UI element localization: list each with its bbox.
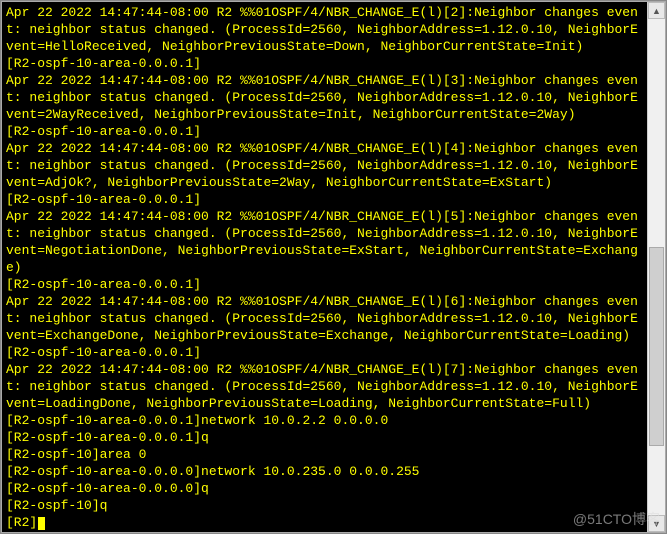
- scroll-track[interactable]: [648, 19, 665, 515]
- terminal-line: [R2-ospf-10]q: [6, 497, 643, 514]
- terminal-line: Apr 22 2022 14:47:44-08:00 R2 %%01OSPF/4…: [6, 140, 643, 191]
- terminal-line: [R2-ospf-10-area-0.0.0.1]network 10.0.2.…: [6, 412, 643, 429]
- terminal-wrap: Apr 22 2022 14:47:44-08:00 R2 %%01OSPF/4…: [1, 1, 666, 533]
- terminal-line: [R2]: [6, 514, 643, 531]
- vertical-scrollbar[interactable]: ▲ ▼: [647, 2, 665, 532]
- terminal-line: [R2-ospf-10-area-0.0.0.1]: [6, 191, 643, 208]
- terminal-line: [R2-ospf-10-area-0.0.0.1]q: [6, 429, 643, 446]
- terminal-line: Apr 22 2022 14:47:44-08:00 R2 %%01OSPF/4…: [6, 208, 643, 276]
- terminal-line: Apr 22 2022 14:47:44-08:00 R2 %%01OSPF/4…: [6, 72, 643, 123]
- terminal-line: [R2-ospf-10-area-0.0.0.1]: [6, 55, 643, 72]
- cursor: [38, 517, 45, 530]
- terminal-line: [R2-ospf-10-area-0.0.0.1]: [6, 344, 643, 361]
- terminal-line: [R2-ospf-10-area-0.0.0.0]network 10.0.23…: [6, 463, 643, 480]
- terminal-window: Apr 22 2022 14:47:44-08:00 R2 %%01OSPF/4…: [0, 0, 667, 534]
- scroll-thumb[interactable]: [649, 247, 664, 445]
- terminal-line: [R2-ospf-10-area-0.0.0.1]: [6, 276, 643, 293]
- scroll-up-button[interactable]: ▲: [648, 2, 665, 19]
- scroll-down-button[interactable]: ▼: [648, 515, 665, 532]
- terminal-line: Apr 22 2022 14:47:44-08:00 R2 %%01OSPF/4…: [6, 293, 643, 344]
- terminal-line: [R2-ospf-10-area-0.0.0.0]q: [6, 480, 643, 497]
- terminal-output[interactable]: Apr 22 2022 14:47:44-08:00 R2 %%01OSPF/4…: [2, 2, 647, 532]
- terminal-line: [R2-ospf-10]area 0: [6, 446, 643, 463]
- terminal-line: [R2-ospf-10-area-0.0.0.1]: [6, 123, 643, 140]
- terminal-line: Apr 22 2022 14:47:44-08:00 R2 %%01OSPF/4…: [6, 4, 643, 55]
- terminal-line: Apr 22 2022 14:47:44-08:00 R2 %%01OSPF/4…: [6, 361, 643, 412]
